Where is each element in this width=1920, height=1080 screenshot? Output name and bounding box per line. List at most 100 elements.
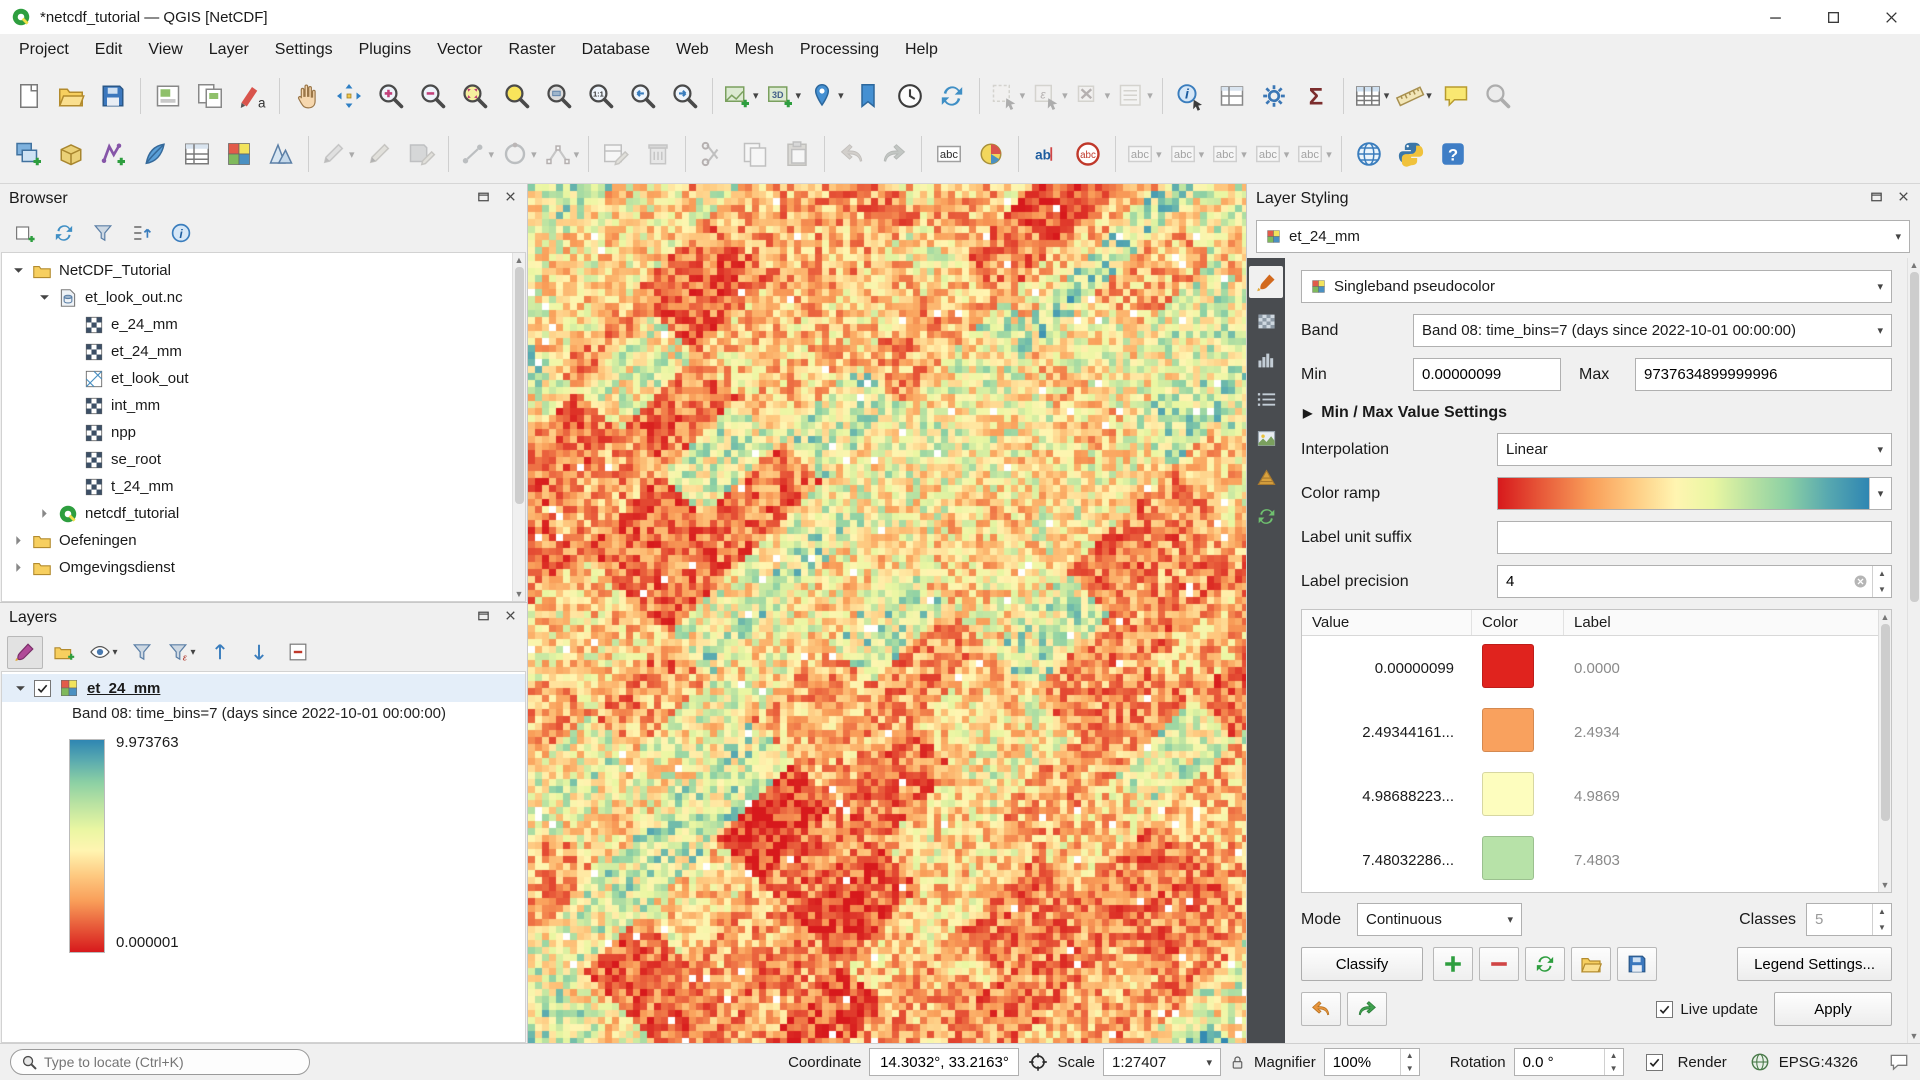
layer-visibility-checkbox[interactable] <box>34 680 51 697</box>
new-shapefile-layer-button[interactable] <box>92 130 134 178</box>
rotation-spin[interactable]: ▲▼ <box>1514 1048 1624 1076</box>
browser-item-oefeningen[interactable]: Oefeningen <box>2 527 525 554</box>
new-project-button[interactable] <box>8 72 50 120</box>
save-layer-edits-button[interactable] <box>400 130 442 178</box>
spinner-arrows[interactable]: ▲▼ <box>1604 1049 1623 1075</box>
browser-item-netcdf-tutorial[interactable]: netcdf_tutorial <box>2 500 525 527</box>
redo-button[interactable] <box>873 130 915 178</box>
color-map-row[interactable]: 4.98688223...4.9869 <box>1302 764 1891 828</box>
close-panel-icon[interactable] <box>503 189 518 209</box>
statistical-summary-button[interactable]: Σ <box>1295 72 1337 120</box>
zoom-to-selection-button[interactable] <box>496 72 538 120</box>
undo-button[interactable] <box>831 130 873 178</box>
float-panel-icon[interactable] <box>476 189 491 209</box>
toggle-editing-button[interactable] <box>358 130 400 178</box>
browser-item-npp[interactable]: npp <box>2 419 525 446</box>
load-style-file-button[interactable] <box>1571 947 1611 981</box>
style-manager-button[interactable]: a <box>231 72 273 120</box>
add-selected-layers-button[interactable] <box>7 217 43 250</box>
new-raster-layer-button[interactable] <box>218 130 260 178</box>
current-edits-button[interactable]: ▾ <box>315 130 358 178</box>
filter-browser-button[interactable] <box>85 217 121 250</box>
styling-tab-symbology[interactable] <box>1249 266 1283 298</box>
new-mesh-layer-button[interactable] <box>260 130 302 178</box>
spinner-arrows[interactable]: ▲▼ <box>1872 566 1891 597</box>
locate-search-box[interactable] <box>10 1049 310 1075</box>
identify-features-button[interactable]: i <box>1169 72 1211 120</box>
close-button[interactable] <box>1862 0 1920 34</box>
close-panel-icon[interactable] <box>1896 189 1911 209</box>
legend-settings-button[interactable]: Legend Settings... <box>1737 947 1892 981</box>
collapse-icon[interactable] <box>38 292 51 303</box>
toggle-unplaced-labels-button[interactable]: abc <box>1067 130 1109 178</box>
browser-item-omgevingsdienst[interactable]: Omgevingsdienst <box>2 554 525 581</box>
render-checkbox[interactable] <box>1646 1054 1663 1071</box>
color-map-row[interactable]: 2.49344161...2.4934 <box>1302 700 1891 764</box>
menu-layer[interactable]: Layer <box>196 36 262 64</box>
new-map-view-button[interactable]: ▾ <box>719 72 762 120</box>
cut-features-button[interactable] <box>692 130 734 178</box>
minmax-settings-expander[interactable]: ▶ Min / Max Value Settings <box>1303 404 1892 422</box>
browser-item-se-root[interactable]: se_root <box>2 446 525 473</box>
zoom-native-resolution-button[interactable]: 1:1 <box>580 72 622 120</box>
expand-icon[interactable] <box>12 535 25 546</box>
menu-settings[interactable]: Settings <box>262 36 346 64</box>
select-features-button[interactable]: ▾ <box>986 72 1029 120</box>
zoom-last-button[interactable] <box>622 72 664 120</box>
classes-input[interactable] <box>1815 911 1872 928</box>
manage-map-themes-button[interactable]: ▾ <box>85 636 121 669</box>
filter-by-expression-button[interactable]: ε▾ <box>163 636 199 669</box>
spinner-arrows[interactable]: ▲▼ <box>1872 904 1891 935</box>
digitize-with-segment-button[interactable]: ▾ <box>455 130 498 178</box>
new-temporary-scratch-layer-button[interactable] <box>134 130 176 178</box>
copy-features-button[interactable] <box>734 130 776 178</box>
classify-button[interactable]: Classify <box>1301 947 1423 981</box>
save-style-file-button[interactable] <box>1617 947 1657 981</box>
show-hide-labels-button[interactable]: abc▾ <box>1165 130 1208 178</box>
styling-redo-button[interactable] <box>1347 992 1387 1026</box>
show-bookmarks-button[interactable] <box>847 72 889 120</box>
measure-button[interactable]: ▾ <box>1392 72 1435 120</box>
open-project-button[interactable] <box>50 72 92 120</box>
browser-item-netcdf-tutorial[interactable]: NetCDF_Tutorial <box>2 257 525 284</box>
new-print-layout-button[interactable] <box>147 72 189 120</box>
column-header-color[interactable]: Color <box>1472 610 1564 635</box>
open-layer-styling-button[interactable] <box>7 636 43 669</box>
delete-selected-button[interactable] <box>637 130 679 178</box>
temporal-controller-button[interactable] <box>889 72 931 120</box>
styling-tab-rendering[interactable] <box>1249 422 1283 454</box>
collapse-all-button[interactable] <box>241 636 277 669</box>
max-input[interactable] <box>1635 358 1892 391</box>
float-panel-icon[interactable] <box>1869 189 1884 209</box>
pin-unpin-labels-button[interactable]: abc▾ <box>1122 130 1165 178</box>
magnifier-input[interactable] <box>1333 1054 1400 1071</box>
menu-processing[interactable]: Processing <box>787 36 892 64</box>
highlight-pinned-labels-button[interactable]: ab <box>1025 130 1067 178</box>
column-header-label[interactable]: Label <box>1564 610 1891 635</box>
pan-to-selection-button[interactable] <box>328 72 370 120</box>
move-label-button[interactable]: abc▾ <box>1207 130 1250 178</box>
scale-select[interactable]: 1:27407 ▾ <box>1103 1048 1221 1076</box>
color-map-row[interactable]: 0.000000990.0000 <box>1302 636 1891 700</box>
zoom-full-extent-button[interactable] <box>454 72 496 120</box>
browser-item-int-mm[interactable]: int_mm <box>2 392 525 419</box>
minimize-button[interactable] <box>1746 0 1804 34</box>
remove-layer-button[interactable] <box>280 636 316 669</box>
new-3d-map-view-button[interactable]: 3D▾ <box>762 72 805 120</box>
browser-item-et-24-mm[interactable]: et_24_mm <box>2 338 525 365</box>
show-layout-manager-button[interactable] <box>189 72 231 120</box>
change-label-properties-button[interactable]: abc▾ <box>1292 130 1335 178</box>
browser-item-e-24-mm[interactable]: e_24_mm <box>2 311 525 338</box>
digitize-shape-button[interactable]: ▾ <box>497 130 540 178</box>
styling-tab-attributes[interactable] <box>1249 383 1283 415</box>
apply-button[interactable]: Apply <box>1774 992 1892 1026</box>
select-by-expression-button[interactable]: ε▾ <box>1028 72 1071 120</box>
live-update-checkbox[interactable] <box>1656 1001 1673 1018</box>
layer-item-et-24-mm[interactable]: et_24_mm <box>2 674 525 702</box>
close-panel-icon[interactable] <box>503 608 518 628</box>
styling-tab-histogram[interactable] <box>1249 344 1283 376</box>
help-contents-button[interactable]: ? <box>1432 130 1474 178</box>
new-geopackage-layer-button[interactable] <box>50 130 92 178</box>
menu-raster[interactable]: Raster <box>495 36 568 64</box>
nominatim-search-button[interactable] <box>1477 72 1519 120</box>
